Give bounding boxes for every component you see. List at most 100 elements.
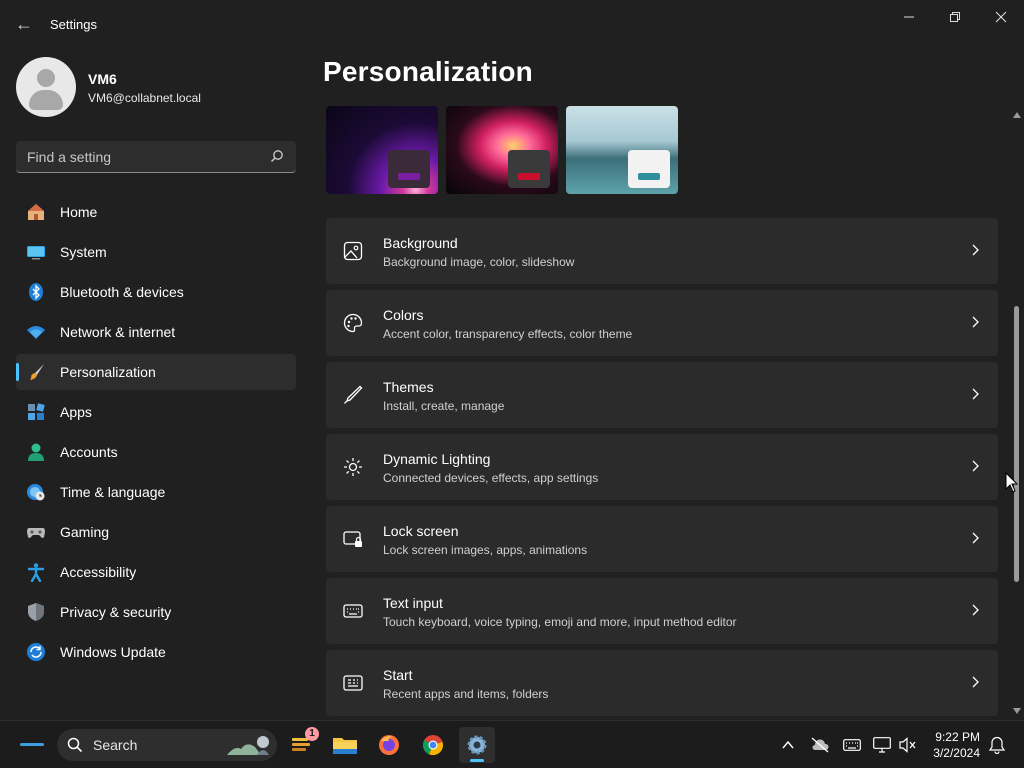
card-subtitle: Connected devices, effects, app settings xyxy=(383,471,599,485)
onedrive-button[interactable] xyxy=(808,733,832,757)
globe-clock-icon xyxy=(27,484,45,501)
folder-icon xyxy=(333,738,357,754)
settings-gear-icon xyxy=(467,735,487,755)
back-arrow-icon[interactable]: ← xyxy=(12,12,36,36)
card-title: Themes xyxy=(383,379,434,395)
show-hidden-icons-button[interactable] xyxy=(776,733,800,757)
card-colors[interactable]: Colors Accent color, transparency effect… xyxy=(326,290,998,356)
sidebar-item-label: Time & language xyxy=(60,484,166,500)
taskbar-search-label: Search xyxy=(93,737,138,753)
user-email: VM6@collabnet.local xyxy=(88,91,201,105)
minimize-icon xyxy=(904,16,914,18)
scroll-up-arrow-icon[interactable] xyxy=(1013,112,1021,118)
sidebar-item-label: Home xyxy=(60,204,98,220)
card-subtitle: Background image, color, slideshow xyxy=(383,255,575,269)
card-subtitle: Install, create, manage xyxy=(383,399,505,413)
shield-icon xyxy=(28,603,44,621)
notifications-button[interactable] xyxy=(985,733,1009,757)
firefox-button[interactable] xyxy=(371,727,407,763)
settings-cards: Background Background image, color, slid… xyxy=(326,218,998,722)
restore-icon xyxy=(950,12,960,22)
chrome-button[interactable] xyxy=(415,727,451,763)
widgets-button[interactable]: 1 xyxy=(283,727,319,763)
apps-icon xyxy=(28,403,45,420)
sidebar-item-bluetooth[interactable]: Bluetooth & devices xyxy=(16,274,296,310)
sidebar-item-network[interactable]: Network & internet xyxy=(16,314,296,350)
sidebar-item-accessibility[interactable]: Accessibility xyxy=(16,554,296,590)
vertical-scrollbar[interactable] xyxy=(1011,106,1023,720)
chevron-right-icon xyxy=(972,388,979,400)
card-subtitle: Touch keyboard, voice typing, emoji and … xyxy=(383,615,737,629)
file-explorer-button[interactable] xyxy=(327,727,363,763)
search-input[interactable] xyxy=(16,141,269,173)
sidebar-item-label: Privacy & security xyxy=(60,604,172,620)
taskbar-search[interactable]: Search xyxy=(57,729,277,761)
card-start[interactable]: Start Recent apps and items, folders xyxy=(326,650,998,716)
card-background[interactable]: Background Background image, color, slid… xyxy=(326,218,998,284)
volume-button[interactable] xyxy=(896,733,920,757)
sidebar-item-privacy[interactable]: Privacy & security xyxy=(16,594,296,630)
start-icon xyxy=(343,675,363,691)
clock-date: 3/2/2024 xyxy=(933,746,980,760)
sidebar-item-windows-update[interactable]: Windows Update xyxy=(16,634,296,670)
card-dynamic-lighting[interactable]: Dynamic Lighting Connected devices, effe… xyxy=(326,434,998,500)
mouse-pointer-icon xyxy=(1005,472,1019,493)
image-icon xyxy=(343,241,363,261)
card-title: Text input xyxy=(383,595,443,611)
search-icon[interactable] xyxy=(270,149,284,163)
card-lock-screen[interactable]: Lock screen Lock screen images, apps, an… xyxy=(326,506,998,572)
wifi-icon xyxy=(27,326,45,339)
card-title: Start xyxy=(383,667,413,683)
restore-button[interactable] xyxy=(932,6,978,28)
update-icon xyxy=(27,643,45,661)
system-icon xyxy=(27,246,45,260)
firefox-icon xyxy=(379,735,399,755)
sidebar-item-gaming[interactable]: Gaming xyxy=(16,514,296,550)
bluetooth-icon xyxy=(29,283,43,301)
sidebar-item-label: Bluetooth & devices xyxy=(60,284,184,300)
chevron-right-icon xyxy=(972,244,979,256)
sidebar-item-apps[interactable]: Apps xyxy=(16,394,296,430)
scroll-down-arrow-icon[interactable] xyxy=(1013,708,1021,714)
sidebar-item-time-language[interactable]: Time & language xyxy=(16,474,296,510)
close-button[interactable] xyxy=(978,6,1024,28)
sidebar-item-system[interactable]: System xyxy=(16,234,296,270)
network-monitor-icon xyxy=(873,737,891,753)
gamepad-icon xyxy=(27,528,45,538)
clock-time: 9:22 PM xyxy=(935,730,980,744)
card-themes[interactable]: Themes Install, create, manage xyxy=(326,362,998,428)
scrollbar-thumb[interactable] xyxy=(1014,306,1019,582)
pen-icon xyxy=(343,385,363,404)
chevron-right-icon xyxy=(972,316,979,328)
sidebar-item-personalization[interactable]: Personalization xyxy=(16,354,296,390)
sidebar-item-accounts[interactable]: Accounts xyxy=(16,434,296,470)
sidebar-item-home[interactable]: Home xyxy=(16,194,296,230)
theme-swatch xyxy=(388,150,430,188)
chevron-right-icon xyxy=(972,532,979,544)
input-indicator-button[interactable] xyxy=(840,733,864,757)
settings-search[interactable] xyxy=(16,141,296,173)
theme-thumbnail-bloom[interactable] xyxy=(326,106,438,194)
lighting-icon xyxy=(344,458,362,476)
start-button[interactable] xyxy=(20,743,44,746)
home-icon xyxy=(28,204,44,220)
chevron-right-icon xyxy=(972,676,979,688)
card-text-input[interactable]: Text input Touch keyboard, voice typing,… xyxy=(326,578,998,644)
avatar[interactable] xyxy=(16,57,76,117)
close-icon xyxy=(995,11,1007,23)
app-title: Settings xyxy=(50,17,97,32)
taskbar-clock[interactable]: 9:22 PM 3/2/2024 xyxy=(920,729,980,761)
sidebar-nav: Home System Bluetooth & devices Network … xyxy=(16,194,296,674)
theme-thumbnail-glow[interactable] xyxy=(446,106,558,194)
theme-thumbnail-lake[interactable] xyxy=(566,106,678,194)
taskbar: Search 1 9:22 PM 3/2/2024 xyxy=(0,720,1024,768)
sidebar-item-label: Accessibility xyxy=(60,564,137,580)
minimize-button[interactable] xyxy=(886,6,932,28)
notification-badge: 1 xyxy=(305,727,319,741)
network-button[interactable] xyxy=(870,733,894,757)
sidebar-item-label: System xyxy=(60,244,107,260)
settings-app-button[interactable] xyxy=(459,727,495,763)
card-title: Background xyxy=(383,235,458,251)
cloud-off-icon xyxy=(811,737,829,753)
theme-swatch xyxy=(508,150,550,188)
